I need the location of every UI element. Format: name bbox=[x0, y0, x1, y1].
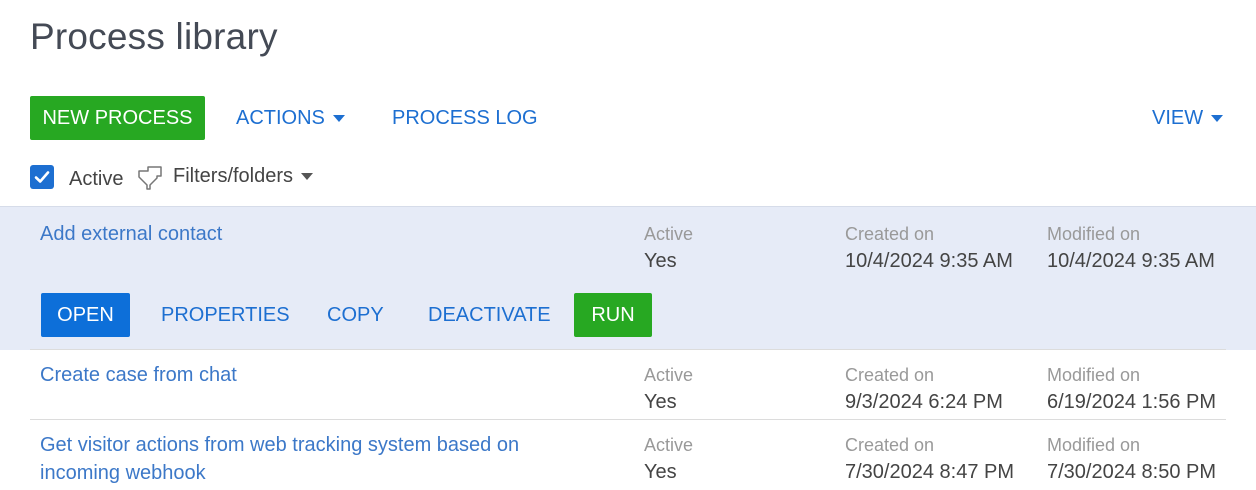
filters-folders-label: Filters/folders bbox=[173, 165, 294, 187]
table-row[interactable]: Create case from chat Active Yes Created… bbox=[0, 350, 1256, 419]
actions-label: ACTIONS bbox=[236, 106, 325, 129]
process-name-link[interactable]: Add external contact bbox=[40, 220, 560, 248]
filter-icon[interactable] bbox=[137, 165, 163, 191]
active-filter-label: Active bbox=[69, 168, 124, 190]
view-menu-button[interactable]: VIEW bbox=[1152, 96, 1224, 140]
created-on-label: Created on bbox=[845, 435, 935, 455]
active-value: Yes bbox=[644, 250, 677, 272]
run-button[interactable]: RUN bbox=[574, 293, 652, 337]
created-on-value: 9/3/2024 6:24 PM bbox=[845, 391, 1003, 413]
active-value: Yes bbox=[644, 391, 677, 413]
chevron-down-icon bbox=[1211, 114, 1224, 122]
copy-button[interactable]: COPY bbox=[327, 293, 384, 337]
new-process-button[interactable]: NEW PROCESS bbox=[30, 96, 205, 140]
created-on-value: 7/30/2024 8:47 PM bbox=[845, 461, 1015, 483]
active-value: Yes bbox=[644, 461, 677, 483]
row-actions: OPEN PROPERTIES COPY DEACTIVATE RUN bbox=[0, 293, 1256, 337]
active-column-label: Active bbox=[644, 365, 694, 385]
process-name-link[interactable]: Get visitor actions from web tracking sy… bbox=[40, 431, 560, 487]
toolbar: NEW PROCESS ACTIONS PROCESS LOG VIEW bbox=[0, 96, 1256, 140]
checkmark-icon bbox=[34, 171, 50, 183]
table-row[interactable]: Add external contact Active Yes Created … bbox=[0, 206, 1256, 350]
created-on-label: Created on bbox=[845, 365, 935, 385]
created-on-value: 10/4/2024 9:35 AM bbox=[845, 250, 1013, 272]
process-log-button[interactable]: PROCESS LOG bbox=[392, 96, 538, 140]
page-title: Process library bbox=[30, 16, 278, 57]
view-label: VIEW bbox=[1152, 106, 1204, 129]
modified-on-label: Modified on bbox=[1047, 435, 1141, 455]
modified-on-value: 10/4/2024 9:35 AM bbox=[1047, 250, 1215, 272]
open-button[interactable]: OPEN bbox=[41, 293, 130, 337]
active-column-label: Active bbox=[644, 224, 694, 244]
filter-bar: Active Filters/folders bbox=[0, 160, 1256, 196]
actions-menu-button[interactable]: ACTIONS bbox=[236, 96, 345, 140]
table-row[interactable]: Get visitor actions from web tracking sy… bbox=[0, 420, 1256, 490]
process-name-link[interactable]: Create case from chat bbox=[40, 361, 560, 389]
properties-button[interactable]: PROPERTIES bbox=[161, 293, 290, 337]
chevron-down-icon bbox=[301, 173, 314, 180]
created-on-label: Created on bbox=[845, 224, 935, 244]
modified-on-value: 6/19/2024 1:56 PM bbox=[1047, 391, 1217, 413]
chevron-down-icon bbox=[332, 114, 345, 122]
modified-on-value: 7/30/2024 8:50 PM bbox=[1047, 461, 1217, 483]
modified-on-label: Modified on bbox=[1047, 365, 1141, 385]
deactivate-button[interactable]: DEACTIVATE bbox=[428, 293, 551, 337]
active-column-label: Active bbox=[644, 435, 694, 455]
modified-on-label: Modified on bbox=[1047, 224, 1141, 244]
filters-folders-dropdown[interactable]: Filters/folders bbox=[173, 165, 314, 188]
active-checkbox[interactable] bbox=[30, 165, 54, 189]
